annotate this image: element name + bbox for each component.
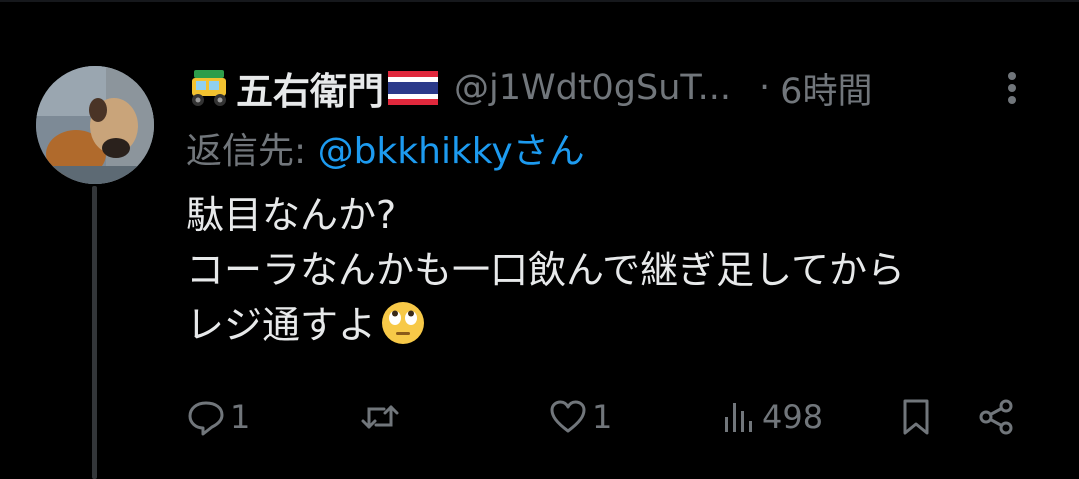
reply-mention-link[interactable]: @bkkhikky (318, 131, 513, 172)
like-count: 1 (592, 398, 613, 436)
auto-rickshaw-icon (192, 70, 226, 106)
reply-to-prefix: 返信先: (186, 131, 318, 172)
separator-dot: · (759, 68, 771, 108)
post-body: 駄目なんか? コーラなんかも一口飲んで継ぎ足してから レジ通すよ (186, 188, 1056, 353)
repost-button[interactable] (360, 392, 404, 442)
avatar[interactable] (36, 66, 154, 184)
views-count: 498 (762, 398, 824, 436)
reply-to-suffix: さん (512, 131, 585, 172)
post-header: 五右衛門 @j1Wdt0gSuT... · 6時間 (186, 60, 1066, 116)
post-body-line-3: レジ通すよ (186, 298, 1056, 353)
heart-icon (550, 400, 586, 433)
post-body-text: レジ通すよ (186, 303, 377, 347)
post-body-line: コーラなんかも一口飲んで継ぎ足してから (186, 248, 905, 292)
more-options-icon[interactable] (1000, 68, 1024, 108)
reply-count: 1 (230, 398, 251, 436)
thailand-flag-icon (388, 71, 438, 105)
reply-button[interactable]: 1 (186, 392, 250, 442)
thread-line (92, 186, 97, 479)
like-button[interactable]: 1 (548, 392, 612, 442)
divider (0, 0, 1079, 2)
views-chart-icon (725, 403, 752, 432)
share-button[interactable] (976, 392, 1016, 442)
author-display-name[interactable]: 五右衛門 (236, 61, 384, 115)
views-button[interactable]: 498 (718, 392, 823, 442)
bookmark-button[interactable] (896, 392, 936, 442)
reply-icon (188, 401, 224, 436)
repost-icon (361, 405, 399, 429)
tweet[interactable]: 五右衛門 @j1Wdt0gSuT... · 6時間 返信先: @bkkhikky… (0, 0, 1079, 479)
bookmark-icon (903, 399, 929, 435)
post-body-line: 駄目なんか? (186, 193, 397, 237)
replying-to: 返信先: @bkkhikkyさん (186, 122, 585, 174)
share-icon (979, 399, 1013, 435)
action-bar: 1 1 498 (186, 392, 1066, 442)
author-handle[interactable]: @j1Wdt0gSuT... (454, 68, 731, 108)
post-timestamp[interactable]: 6時間 (780, 63, 872, 114)
face-with-rolling-eyes-icon (382, 302, 425, 344)
